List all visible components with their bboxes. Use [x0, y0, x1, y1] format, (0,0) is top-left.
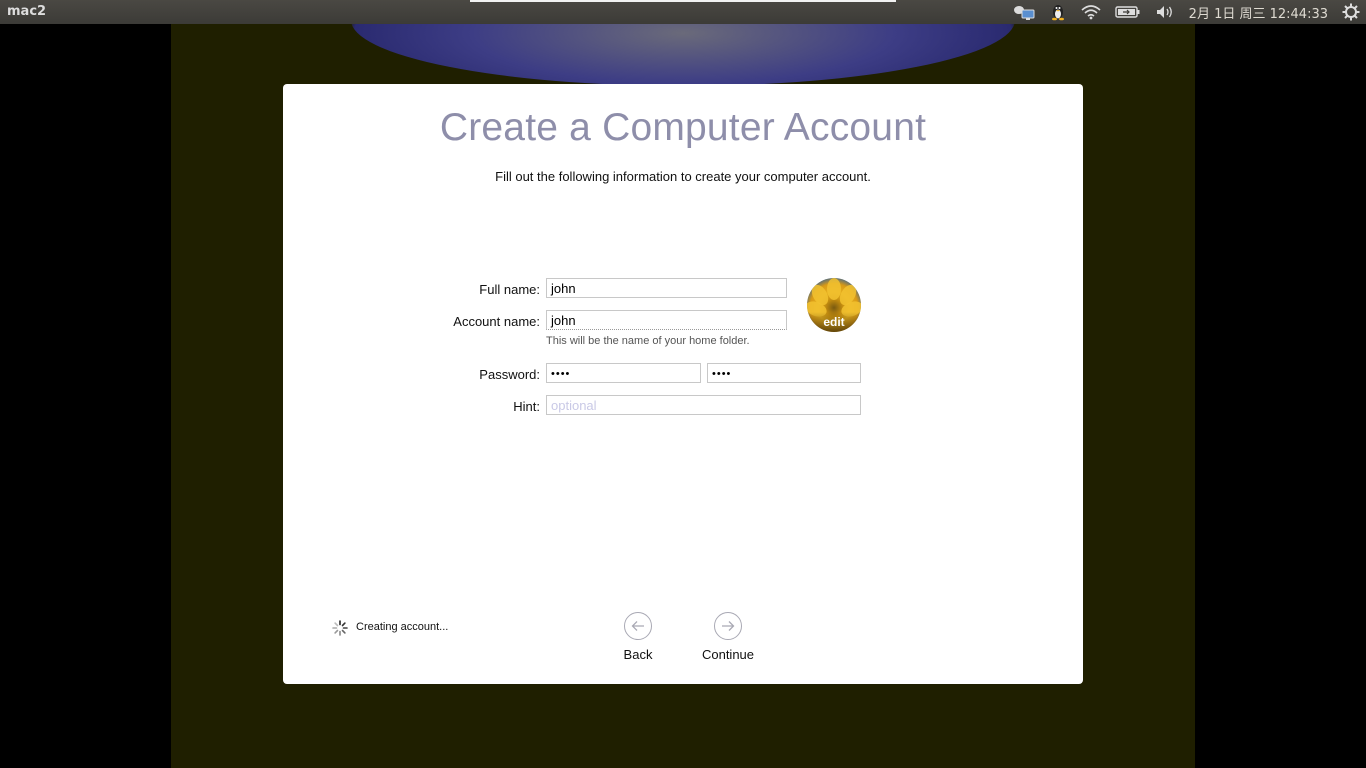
hint-label: Hint:	[513, 399, 540, 414]
password-value: ••••	[551, 368, 571, 380]
page-title: Create a Computer Account	[439, 106, 927, 149]
window-title: mac2	[7, 4, 47, 19]
hint-placeholder: optional	[551, 398, 597, 413]
verify-password-field[interactable]: ••••	[707, 363, 861, 383]
verify-password-value: ••••	[712, 368, 732, 380]
top-panel: mac2 2月 1日 周三 12:44:33	[0, 0, 1366, 24]
account-name-helper: This will be the name of your home folde…	[546, 335, 750, 347]
panel-center-strip	[470, 0, 896, 2]
back-arrow-icon[interactable]	[624, 612, 652, 640]
battery-icon[interactable]	[1114, 5, 1141, 19]
account-name-value: john	[551, 313, 576, 328]
back-button[interactable]: Back	[598, 612, 678, 662]
volume-icon[interactable]	[1155, 4, 1175, 20]
user-picture[interactable]: edit	[807, 278, 861, 332]
system-tray: 2月 1日 周三 12:44:33	[1013, 0, 1366, 24]
clock[interactable]: 2月 1日 周三 12:44:33	[1189, 3, 1328, 22]
hint-field[interactable]: optional	[546, 395, 861, 415]
progress-spinner-icon	[332, 620, 348, 636]
wifi-icon[interactable]	[1081, 4, 1101, 20]
continue-label[interactable]: Continue	[688, 647, 768, 662]
full-name-label: Full name:	[479, 282, 540, 297]
page-subtitle: Fill out the following information to cr…	[495, 169, 871, 184]
background-glow	[351, 24, 1015, 86]
password-label: Password:	[479, 367, 540, 382]
account-name-field[interactable]: john	[546, 310, 787, 330]
continue-button[interactable]: Continue	[688, 612, 768, 662]
status-text: Creating account...	[356, 621, 449, 633]
full-name-value: john	[551, 281, 576, 296]
settings-gear-icon[interactable]	[1342, 3, 1360, 21]
account-name-label: Account name:	[453, 314, 540, 329]
linux-tux-icon[interactable]	[1049, 3, 1067, 21]
password-field[interactable]: ••••	[546, 363, 701, 383]
network-display-icon[interactable]	[1013, 4, 1035, 20]
continue-arrow-icon[interactable]	[714, 612, 742, 640]
create-account-dialog: Create a Computer Account Fill out the f…	[283, 84, 1083, 684]
avatar-edit-label[interactable]: edit	[807, 312, 861, 332]
full-name-field[interactable]: john	[546, 278, 787, 298]
back-label[interactable]: Back	[598, 647, 678, 662]
